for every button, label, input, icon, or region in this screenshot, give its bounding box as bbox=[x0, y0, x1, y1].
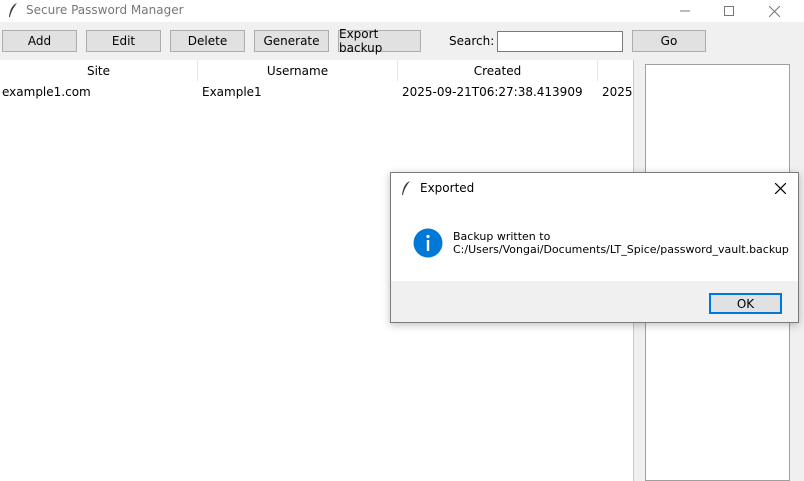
table-header: Site Username Created bbox=[0, 60, 633, 81]
dialog-title: Exported bbox=[420, 181, 475, 195]
go-button[interactable]: Go bbox=[632, 30, 706, 52]
close-button[interactable] bbox=[751, 0, 797, 22]
close-icon bbox=[774, 182, 786, 194]
cell-extra: 2025-0 bbox=[602, 85, 633, 99]
cell-username: Example1 bbox=[202, 85, 262, 99]
feather-icon bbox=[9, 3, 17, 17]
column-header-username[interactable]: Username bbox=[198, 60, 398, 81]
column-header-created[interactable]: Created bbox=[398, 60, 598, 81]
cell-created: 2025-09-21T06:27:38.413909 bbox=[402, 85, 583, 99]
window-title: Secure Password Manager bbox=[26, 3, 184, 17]
minimize-button[interactable] bbox=[662, 0, 708, 22]
info-icon bbox=[413, 228, 443, 258]
column-header-site[interactable]: Site bbox=[0, 60, 198, 81]
toolbar: Add Edit Delete Generate Export backup S… bbox=[0, 22, 804, 60]
dialog-message-path: C:/Users/Vongai/Documents/LT_Spice/passw… bbox=[453, 243, 789, 256]
feather-icon bbox=[402, 181, 410, 195]
maximize-icon bbox=[724, 6, 734, 16]
minimize-icon bbox=[680, 10, 690, 12]
title-bar: Secure Password Manager bbox=[0, 0, 804, 22]
ok-button[interactable]: OK bbox=[709, 293, 782, 314]
maximize-button[interactable] bbox=[706, 0, 752, 22]
dialog-body: Backup written to C:/Users/Vongai/Docume… bbox=[391, 203, 798, 281]
close-icon bbox=[768, 5, 780, 17]
dialog-message: Backup written to C:/Users/Vongai/Docume… bbox=[453, 230, 789, 256]
dialog-title-bar: Exported bbox=[391, 173, 798, 203]
search-label: Search: bbox=[449, 34, 495, 48]
search-input[interactable] bbox=[497, 31, 623, 52]
dialog-close-button[interactable] bbox=[771, 179, 789, 197]
generate-button[interactable]: Generate bbox=[254, 30, 329, 52]
dialog-footer: OK bbox=[391, 281, 798, 322]
column-header-extra[interactable] bbox=[598, 60, 633, 81]
edit-button[interactable]: Edit bbox=[86, 30, 161, 52]
export-backup-button[interactable]: Export backup bbox=[338, 27, 421, 55]
table-row[interactable]: example1.com Example1 2025-09-21T06:27:3… bbox=[0, 82, 633, 102]
add-button[interactable]: Add bbox=[2, 30, 77, 52]
cell-site: example1.com bbox=[2, 85, 91, 99]
dialog-message-line1: Backup written to bbox=[453, 230, 551, 243]
exported-dialog: Exported Backup written to C:/Users/Vong… bbox=[390, 172, 799, 323]
delete-button[interactable]: Delete bbox=[170, 30, 245, 52]
